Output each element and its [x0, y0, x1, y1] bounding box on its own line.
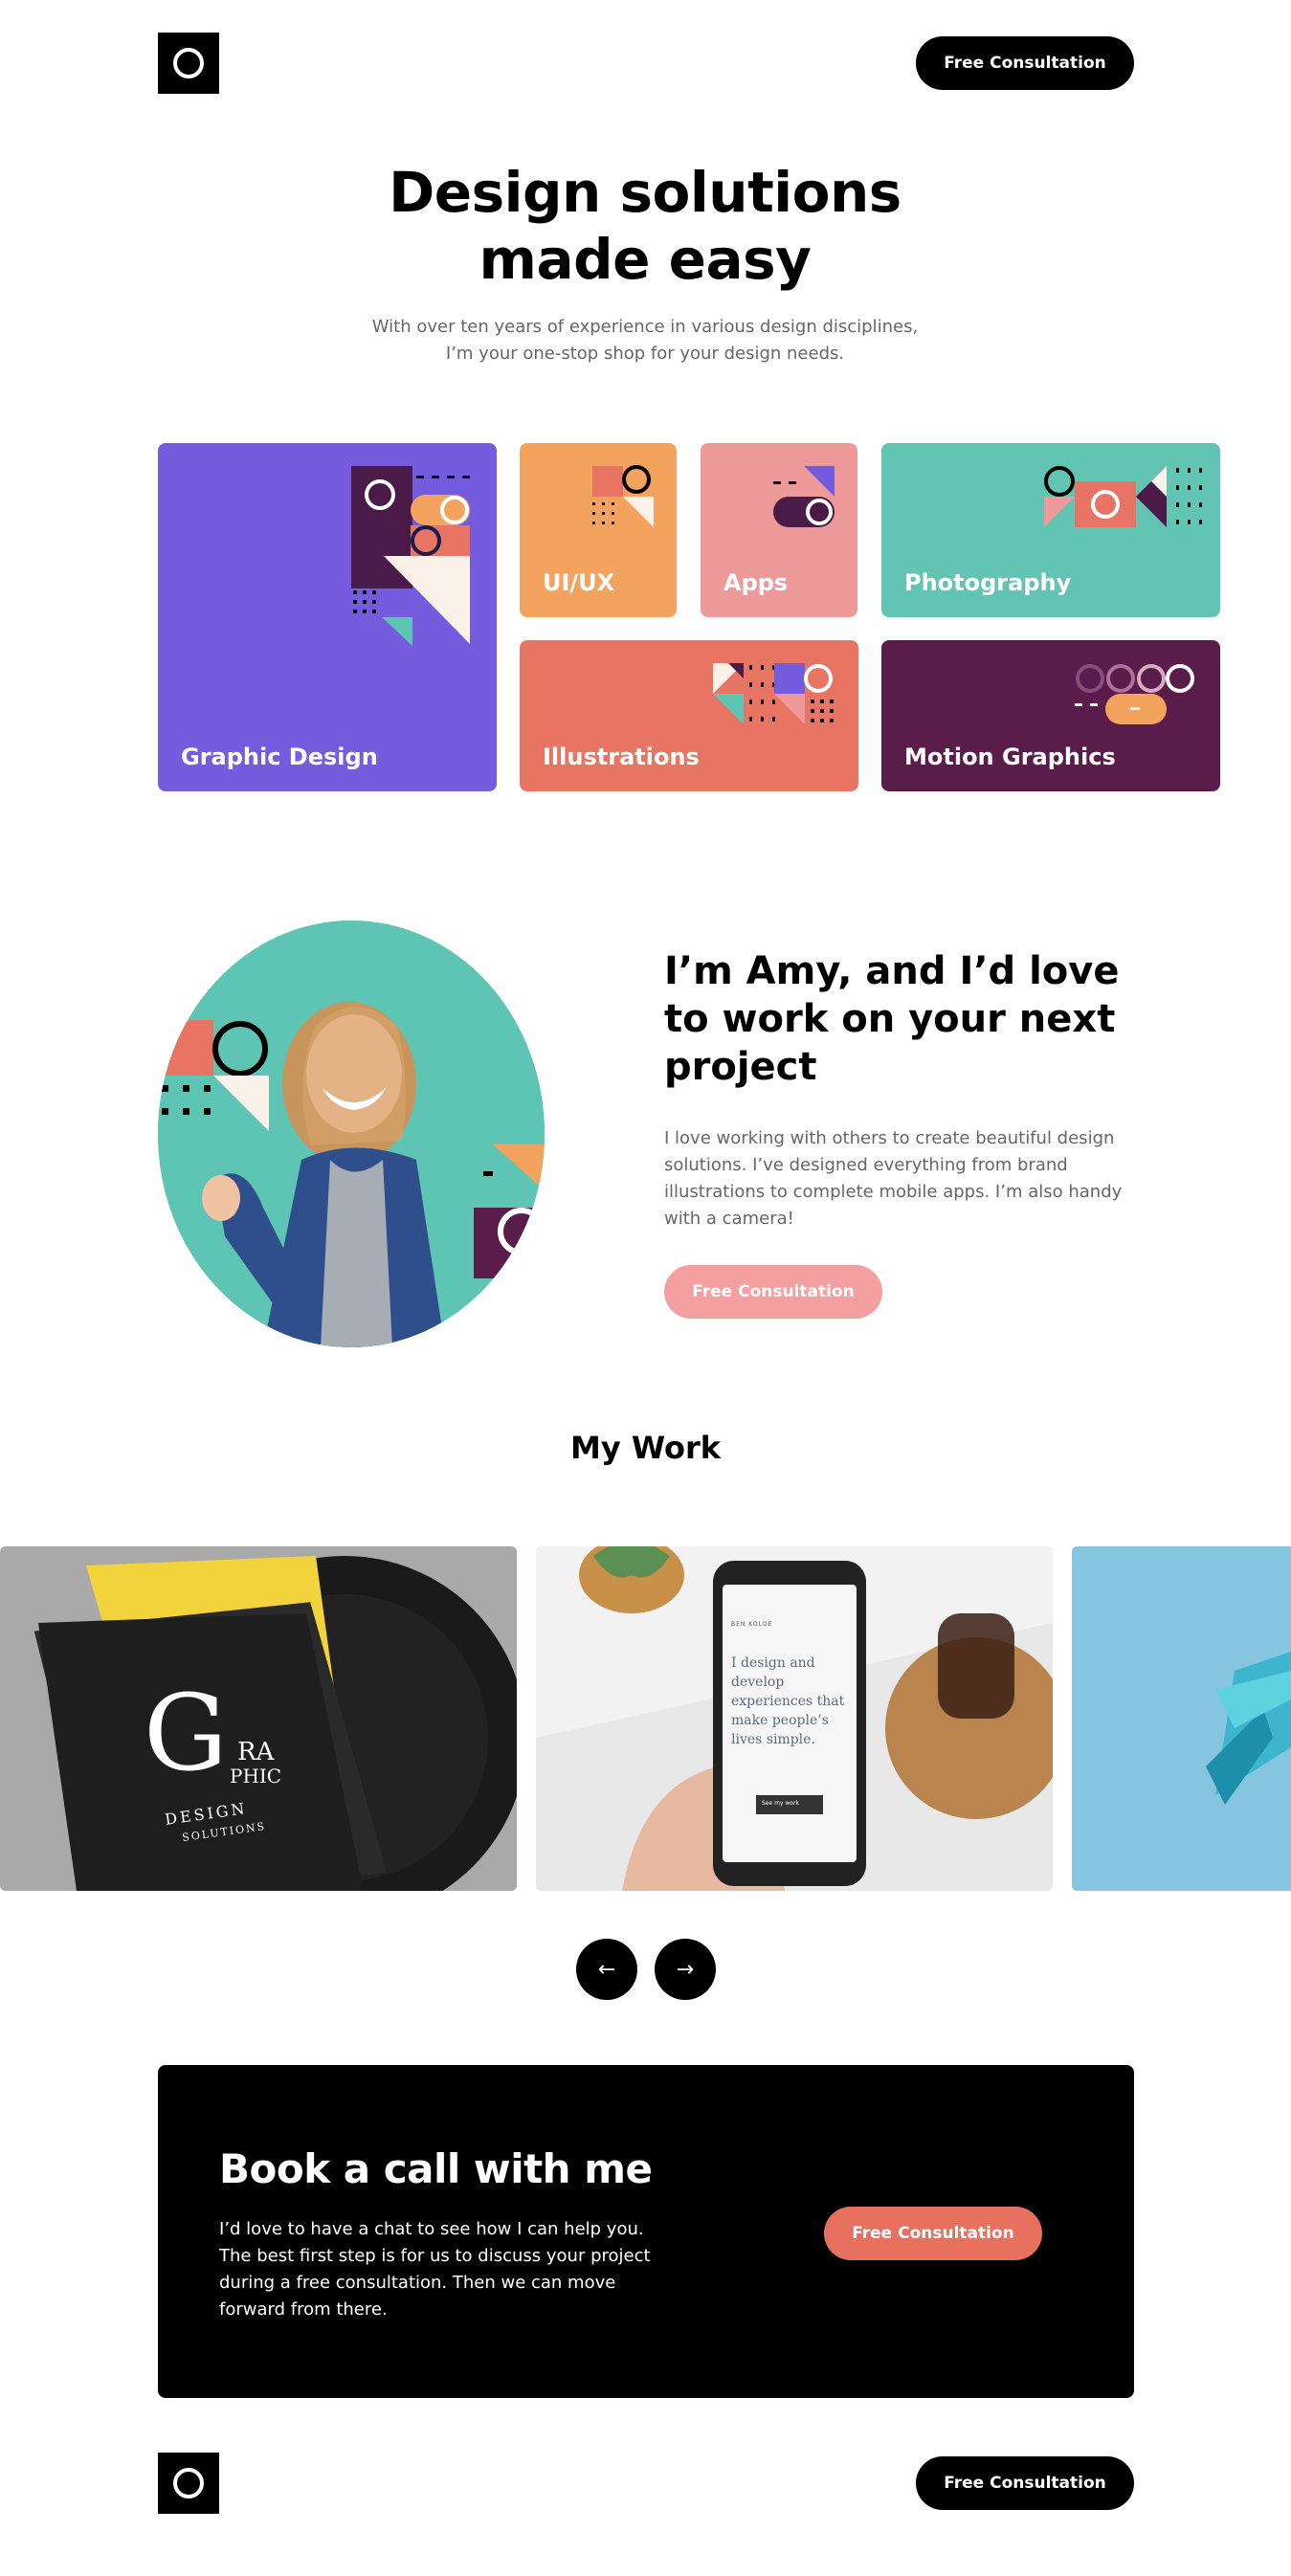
book-word-2: PHIC [230, 1765, 282, 1788]
cta-title: Book a call with me [219, 2145, 653, 2192]
work-slide-abstract[interactable] [1072, 1546, 1291, 1891]
book-word-1: RA [237, 1738, 275, 1766]
footer-consultation-button[interactable]: Free Consultation [916, 2456, 1134, 2510]
book-letter: G [144, 1672, 228, 1794]
about-title: I’m Amy, and I’d love to work on your ne… [664, 949, 1120, 1089]
cta-section: Book a call with me I’d love to have a c… [158, 2065, 1134, 2398]
service-card-apps[interactable]: Apps [701, 443, 857, 617]
header-consultation-button[interactable]: Free Consultation [916, 36, 1134, 90]
service-label: Illustrations [543, 744, 700, 770]
carousel-prev-button[interactable]: ← [576, 1939, 637, 2000]
service-card-uiux[interactable]: UI/UX [520, 443, 677, 617]
apps-illustration-icon [773, 466, 835, 527]
phone-brand: BEN KOLDE [731, 1621, 773, 1628]
service-label: Apps [723, 569, 789, 596]
logo[interactable] [158, 33, 219, 94]
photography-illustration-icon [1044, 466, 1202, 527]
service-label: Photography [904, 569, 1072, 596]
service-card-photography[interactable]: Photography [881, 443, 1220, 617]
work-title: My Work [569, 1430, 722, 1466]
carousel-next-button[interactable]: → [655, 1939, 716, 2000]
service-label: Graphic Design [181, 744, 378, 770]
service-card-illustrations[interactable]: Illustrations [520, 640, 858, 791]
work-slide-phone-mockup[interactable]: BEN KOLDE I design and develop experienc… [536, 1546, 1053, 1891]
illustrations-illustration-icon [713, 663, 834, 724]
service-label: Motion Graphics [904, 744, 1116, 770]
service-card-motion-graphics[interactable]: Motion Graphics [881, 640, 1220, 791]
arrow-left-icon: ← [597, 1957, 616, 1982]
phone-headline: I design and develop experiences that ma… [731, 1655, 845, 1747]
arrow-right-icon: → [676, 1957, 695, 1982]
about-consultation-button[interactable]: Free Consultation [664, 1265, 882, 1319]
portrait-image [158, 921, 545, 1347]
graphic-design-illustration-icon [351, 466, 470, 646]
cta-text: I’d love to have a chat to see how I can… [219, 2219, 651, 2320]
hero-subtitle: With over ten years of experience in var… [371, 317, 919, 364]
uiux-illustration-icon [592, 465, 654, 527]
motion-graphics-illustration-icon [1075, 664, 1194, 724]
hero-title: Design solutions made easy [389, 160, 901, 292]
service-card-graphic-design[interactable]: Graphic Design [158, 443, 497, 791]
footer-logo[interactable] [158, 2453, 219, 2514]
phone-button: See my work [762, 1800, 799, 1807]
about-text: I love working with others to create bea… [664, 1128, 1123, 1229]
service-label: UI/UX [543, 569, 615, 596]
work-slide-graphic-book[interactable]: G RA PHIC DESIGN SOLUTIONS [0, 1546, 517, 1891]
cta-consultation-button[interactable]: Free Consultation [824, 2207, 1042, 2260]
